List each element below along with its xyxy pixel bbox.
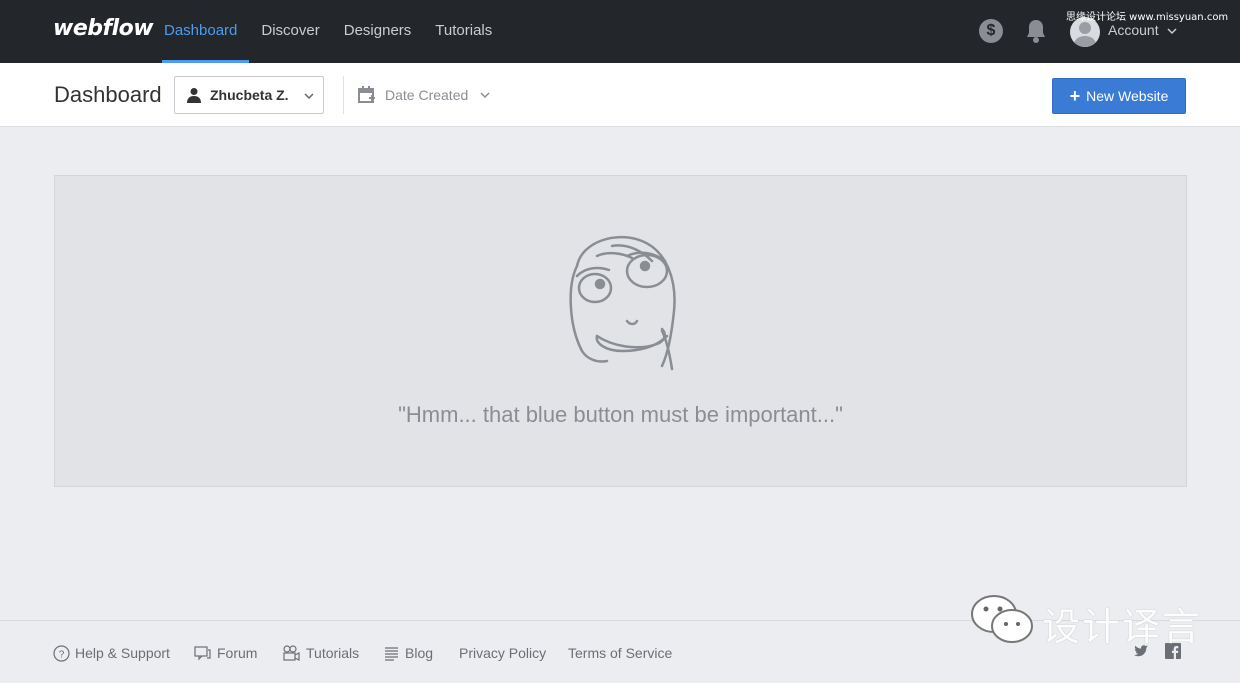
plus-icon: + — [1069, 86, 1081, 106]
footer-link-blog[interactable]: Blog — [384, 645, 433, 661]
toolbar-divider — [343, 76, 344, 114]
chat-bubbles-icon — [194, 646, 211, 661]
footer-link-forum[interactable]: Forum — [194, 645, 257, 661]
tutorials-label: Tutorials — [306, 645, 360, 661]
thinking-face-icon — [569, 236, 676, 371]
main-nav: Dashboard Discover Designers Tutorials — [152, 0, 504, 63]
account-menu[interactable]: Account — [1108, 22, 1159, 38]
list-icon — [385, 647, 398, 661]
bell-icon[interactable] — [1024, 18, 1048, 44]
empty-state-message: "Hmm... that blue button must be importa… — [398, 402, 843, 427]
footer-link-privacy[interactable]: Privacy Policy — [459, 645, 546, 661]
new-website-label: New Website — [1086, 88, 1169, 104]
sort-filter-label: Date Created — [385, 87, 469, 103]
video-camera-icon — [283, 645, 300, 661]
calendar-icon — [358, 86, 375, 103]
wechat-icon — [971, 595, 1033, 643]
footer-link-help[interactable]: ? Help & Support — [53, 645, 170, 662]
user-filter-select[interactable]: Zhucbeta Z. — [174, 76, 324, 114]
help-icon: ? — [53, 645, 70, 662]
nav-discover[interactable]: Discover — [249, 0, 331, 63]
footer-link-tutorials[interactable]: Tutorials — [283, 645, 359, 661]
user-icon — [187, 88, 201, 103]
nav-dashboard[interactable]: Dashboard — [152, 0, 250, 63]
nav-designers[interactable]: Designers — [332, 0, 424, 63]
svg-text:?: ? — [59, 650, 65, 661]
chevron-down-icon[interactable] — [1167, 27, 1177, 35]
dollar-icon[interactable]: $ — [979, 19, 1003, 43]
nav-tutorials[interactable]: Tutorials — [423, 0, 504, 63]
chevron-down-icon — [304, 93, 314, 100]
blog-label: Blog — [405, 645, 434, 661]
help-label: Help & Support — [75, 645, 170, 661]
chevron-down-icon — [480, 92, 490, 99]
footer-link-terms[interactable]: Terms of Service — [568, 645, 672, 661]
watermark-text: 思缘设计论坛 www.missyuan.com — [1066, 12, 1229, 23]
forum-label: Forum — [217, 645, 258, 661]
new-website-button[interactable]: + New Website — [1052, 78, 1186, 114]
user-filter-label: Zhucbeta Z. — [210, 87, 289, 103]
watermark-brand-text: 设计译言 — [1042, 605, 1203, 649]
empty-state-panel: "Hmm... that blue button must be importa… — [54, 175, 1187, 487]
page-title: Dashboard — [54, 82, 162, 107]
webflow-logo[interactable]: webflow — [53, 16, 154, 41]
top-navigation-bar: webflow Dashboard Discover Designers Tut… — [0, 0, 1240, 63]
